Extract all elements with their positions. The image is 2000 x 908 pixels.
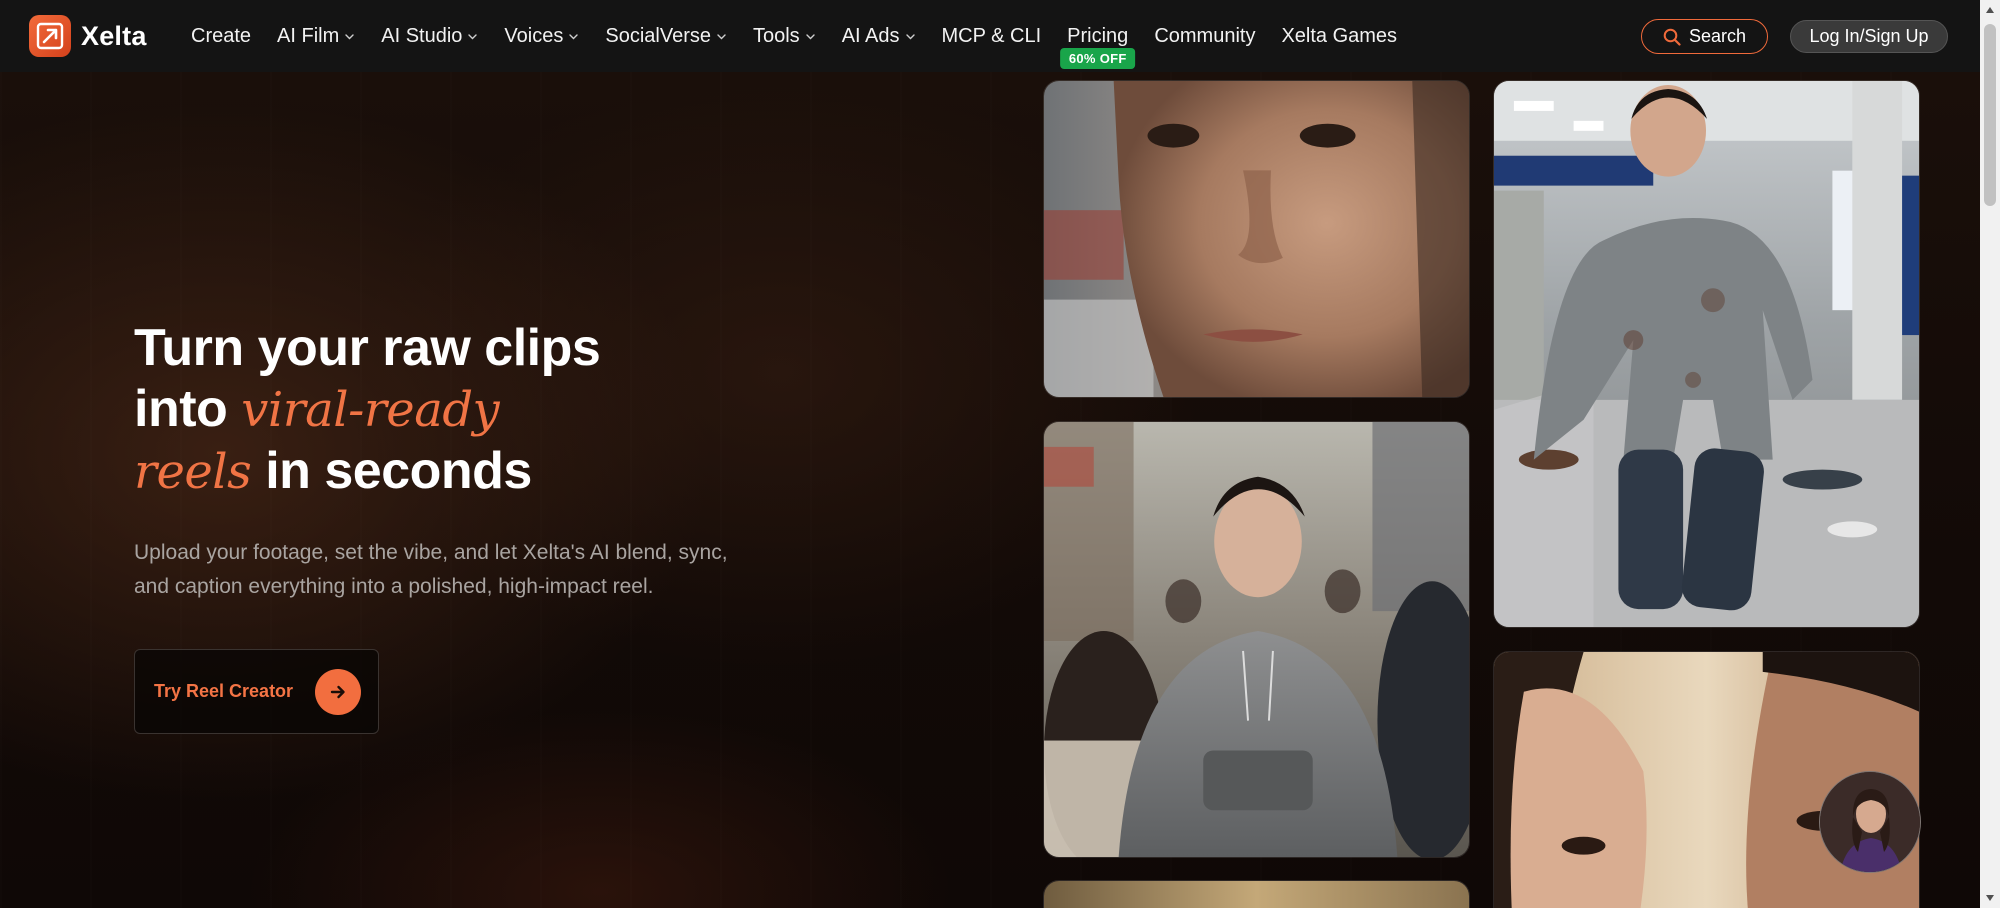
nav-item-label: SocialVerse [605, 24, 711, 47]
search-button[interactable]: Search [1641, 19, 1768, 54]
xelta-logo-icon [29, 15, 71, 57]
nav-item-label: Tools [752, 24, 800, 47]
arrow-right-icon [315, 669, 361, 715]
hero-subtext-line-1: Upload your footage, set the vibe, and l… [134, 541, 728, 564]
nav-item-mcp-cli[interactable]: MCP & CLI [929, 0, 1055, 72]
chevron-down-icon [805, 33, 815, 39]
chevron-down-icon [569, 33, 579, 39]
nav-item-voices[interactable]: Voices [491, 0, 592, 72]
nav-item-label: Create [191, 24, 252, 47]
nav-item-ai-ads[interactable]: AI Ads [829, 0, 929, 72]
scrollbar-thumb[interactable] [1984, 24, 1996, 206]
search-icon [1663, 28, 1681, 46]
page-scrollbar[interactable] [1980, 0, 2000, 908]
pricing-discount-badge: 60% OFF [1059, 48, 1136, 69]
nav-item-label: Voices [504, 24, 564, 47]
nav-item-label: Community [1154, 24, 1256, 47]
headline-line-2-plain: into [134, 380, 242, 438]
nav-item-ai-studio[interactable]: AI Studio [368, 0, 491, 72]
reel-thumbnail-man-running-subway[interactable] [1493, 80, 1920, 628]
chevron-down-icon [468, 33, 478, 39]
headline-accent-viral-ready: viral-ready [241, 382, 500, 438]
scroll-down-arrow-icon[interactable] [1980, 888, 2000, 908]
scroll-up-arrow-icon[interactable] [1980, 0, 2000, 20]
login-signup-button[interactable]: Log In/Sign Up [1790, 20, 1948, 53]
search-button-label: Search [1688, 26, 1747, 46]
nav-item-label: AI Film [277, 24, 340, 47]
main-menu: Create AI Film AI Studio Voices SocialVerse T… [178, 0, 1410, 72]
chevron-down-icon [905, 33, 915, 39]
nav-item-xelta-games[interactable]: Xelta Games [1268, 0, 1410, 72]
nav-item-label: Xelta Games [1281, 24, 1398, 47]
nav-item-pricing[interactable]: Pricing 60% OFF [1054, 0, 1141, 72]
try-reel-creator-button[interactable]: Try Reel Creator [134, 649, 379, 734]
nav-item-label: MCP & CLI [941, 24, 1042, 47]
nav-item-community[interactable]: Community [1141, 0, 1268, 72]
nav-item-label: Pricing [1067, 24, 1129, 47]
hero-headline: Turn your raw clips into viral-ready ree… [134, 318, 834, 503]
brand-name: Xelta [81, 20, 147, 51]
reel-thumbnail-closeup-man[interactable] [1043, 80, 1470, 398]
chevron-down-icon [345, 33, 354, 39]
hero-subtext: Upload your footage, set the vibe, and l… [134, 536, 794, 604]
top-navigation-bar: Xelta Create AI Film AI Studio Voices Social… [0, 0, 1980, 72]
brand-logo-link[interactable]: Xelta [29, 15, 147, 57]
nav-item-ai-film[interactable]: AI Film [264, 0, 368, 72]
headline-line-3-plain: in seconds [251, 442, 532, 500]
ai-assistant-avatar-button[interactable] [1819, 771, 1921, 873]
reel-thumbnail-man-in-hoodie-street[interactable] [1043, 421, 1470, 858]
nav-item-socialverse[interactable]: SocialVerse [592, 0, 740, 72]
cta-label: Try Reel Creator [154, 681, 294, 701]
nav-item-tools[interactable]: Tools [740, 0, 829, 72]
reel-thumbnail-partial[interactable] [1043, 880, 1470, 908]
headline-line-1: Turn your raw clips [134, 319, 601, 377]
nav-item-create[interactable]: Create [178, 0, 264, 72]
chevron-down-icon [717, 33, 726, 39]
nav-item-label: AI Studio [381, 24, 463, 47]
hero-subtext-line-2: and caption everything into a polished, … [134, 575, 654, 598]
nav-item-label: AI Ads [841, 24, 900, 47]
headline-accent-reels: reels [134, 444, 252, 500]
